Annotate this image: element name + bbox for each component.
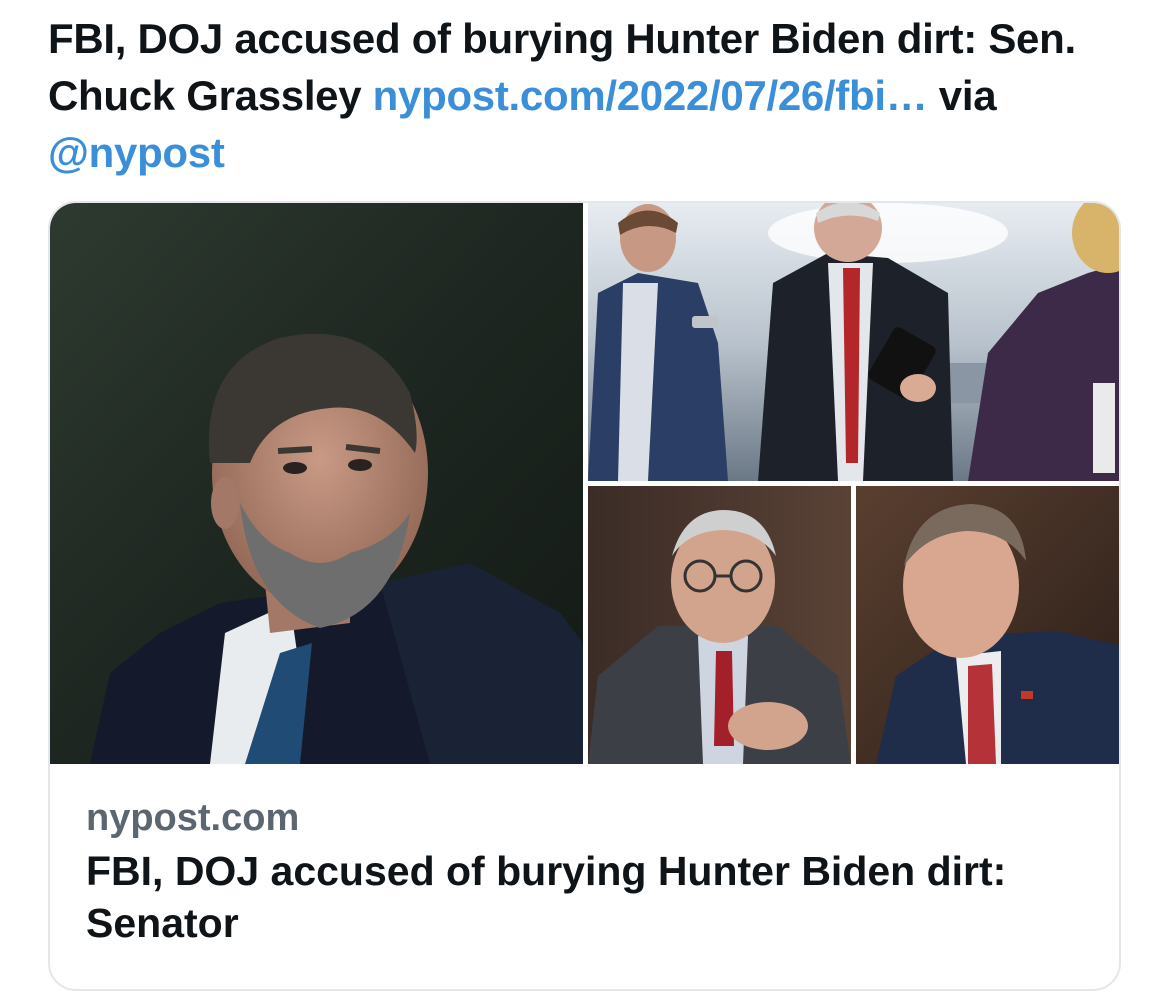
card-image-collage[interactable] [50,203,1119,764]
link-preview-card[interactable]: nypost.com FBI, DOJ accused of burying H… [48,201,1121,991]
tweet-text: FBI, DOJ accused of burying Hunter Biden… [48,10,1138,181]
card-title: FBI, DOJ accused of burying Hunter Biden… [86,848,1007,946]
mention-link[interactable]: @nypost [48,129,225,176]
main-photo [50,203,583,764]
via-text: via [927,72,997,119]
card-domain: nypost.com [86,797,300,839]
card-body[interactable]: nypost.com FBI, DOJ accused of burying H… [86,795,1086,949]
wray-photo [856,486,1119,764]
garland-photo [588,486,851,764]
article-link[interactable]: nypost.com/2022/07/26/fbi… [373,72,928,119]
hallway-photo [588,203,1119,481]
